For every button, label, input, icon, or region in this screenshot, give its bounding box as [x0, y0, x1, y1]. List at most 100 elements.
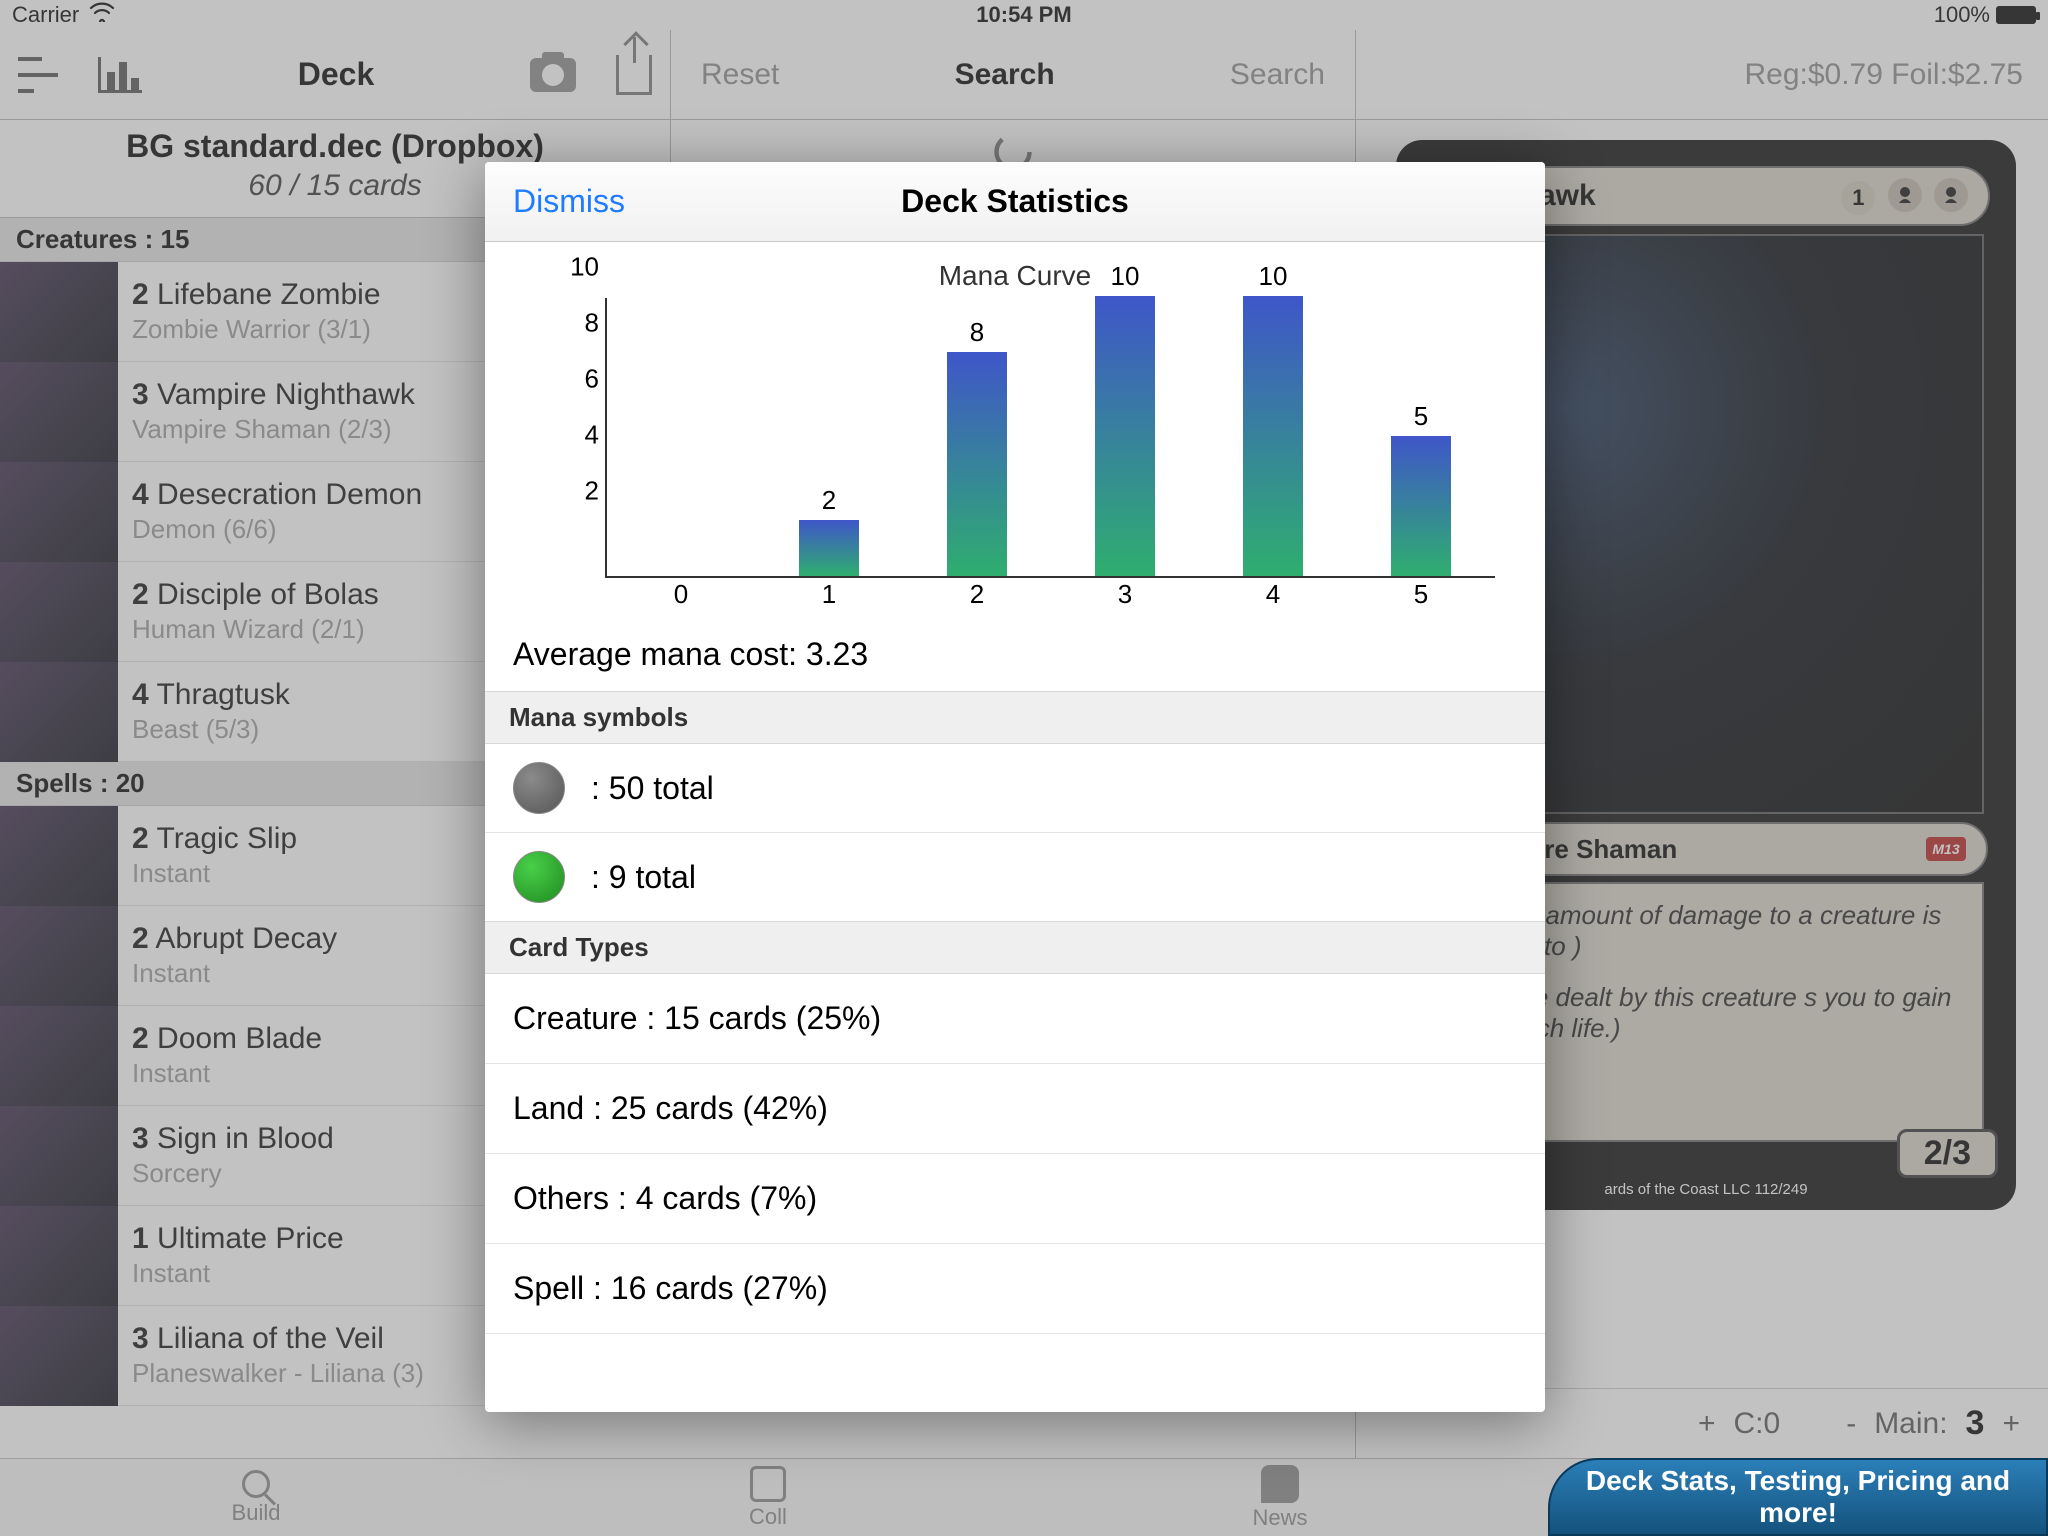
card-line1: 2 Abrupt Decay [132, 922, 337, 956]
status-bar: Carrier 10:54 PM 100% [0, 0, 2048, 30]
mana-generic-icon: 1 [1841, 181, 1875, 215]
search-title: Search [955, 58, 1055, 92]
wifi-icon [89, 2, 115, 28]
mana-black-icon [1888, 178, 1922, 212]
card-thumb [0, 662, 118, 762]
battery-icon [1996, 6, 2036, 24]
card-line1: 3 Liliana of the Veil [132, 1322, 424, 1356]
reset-button[interactable]: Reset [701, 58, 779, 92]
bar-value: 2 [822, 485, 836, 516]
bar-value: 5 [1414, 401, 1428, 432]
y-tick: 6 [585, 364, 599, 395]
search-icon [242, 1470, 270, 1498]
card-thumb [0, 362, 118, 462]
mana-total: : 9 total [591, 859, 696, 896]
card-line1: 3 Sign in Blood [132, 1122, 334, 1156]
bar-value: 10 [1259, 261, 1288, 292]
share-icon[interactable] [616, 55, 652, 95]
x-tick: 1 [822, 579, 836, 610]
avg-mana-cost: Average mana cost: 3.23 [485, 618, 1545, 691]
card-types-header: Card Types [485, 921, 1545, 974]
y-tick: 8 [585, 308, 599, 339]
set-symbol-icon: M13 [1926, 837, 1966, 861]
main-count: 3 [1966, 1404, 1985, 1443]
card-thumb [0, 1106, 118, 1206]
card-line2: Zombie Warrior (3/1) [132, 314, 381, 345]
card-line1: 1 Ultimate Price [132, 1222, 344, 1256]
mana-symbol-row: : 9 total [485, 833, 1545, 921]
camera-icon[interactable] [530, 58, 576, 92]
card-thumb [0, 1206, 118, 1306]
deck-name: BG standard.dec (Dropbox) [0, 128, 670, 165]
tab-coll[interactable]: Coll [512, 1459, 1024, 1536]
promo-text: Deck Stats, Testing, Pricing and more! [1550, 1465, 2046, 1529]
card-type-row: Land : 25 cards (42%) [485, 1064, 1545, 1154]
card-line2: Instant [132, 1058, 322, 1089]
price-label: Reg:$0.79 Foil:$2.75 [1744, 58, 2023, 92]
sort-icon[interactable] [18, 57, 58, 93]
deck-title: Deck [182, 56, 490, 93]
x-tick: 5 [1414, 579, 1428, 610]
tab-build[interactable]: Build [0, 1459, 512, 1536]
card-line1: 2 Lifebane Zombie [132, 278, 381, 312]
mana-total: : 50 total [591, 770, 714, 807]
search-button[interactable]: Search [1230, 58, 1325, 92]
mana-color-icon [513, 762, 565, 814]
card-thumb [0, 262, 118, 362]
y-tick: 2 [585, 476, 599, 507]
x-tick: 4 [1266, 579, 1280, 610]
mana-black-icon [1934, 178, 1968, 212]
bar-rect [947, 352, 1007, 576]
plus-button[interactable]: + [2002, 1407, 2020, 1441]
card-line1: 2 Tragic Slip [132, 822, 297, 856]
deck-stats-modal: Dismiss Deck Statistics Mana Curve 24681… [485, 162, 1545, 1412]
y-tick: 10 [570, 252, 599, 283]
card-thumb [0, 806, 118, 906]
x-tick: 3 [1118, 579, 1132, 610]
card-line1: 2 Disciple of Bolas [132, 578, 379, 612]
card-line2: Instant [132, 858, 297, 889]
mana-color-icon [513, 851, 565, 903]
stats-icon[interactable] [98, 57, 142, 93]
bar-rect [1391, 436, 1451, 576]
card-thumb [0, 462, 118, 562]
card-type-row: Others : 4 cards (7%) [485, 1154, 1545, 1244]
mana-curve-chart: Mana Curve 246810 0218210310455 [485, 242, 1545, 618]
bar: 21 [755, 485, 903, 576]
battery-pct: 100% [1934, 2, 1990, 28]
mana-symbols-header: Mana symbols [485, 691, 1545, 744]
carrier-label: Carrier [12, 2, 79, 28]
power-toughness: 2/3 [1897, 1129, 1998, 1178]
x-tick: 2 [970, 579, 984, 610]
minus-button[interactable]: - [1846, 1407, 1856, 1441]
card-line1: 2 Doom Blade [132, 1022, 322, 1056]
mana-cost: 1 [1837, 178, 1968, 215]
tab-label: News [1252, 1505, 1307, 1531]
tab-label: Coll [749, 1504, 787, 1530]
card-icon [750, 1466, 786, 1502]
card-type-row: Creature : 15 cards (25%) [485, 974, 1545, 1064]
card-line2: Instant [132, 958, 337, 989]
dismiss-button[interactable]: Dismiss [485, 183, 653, 220]
chart-title: Mana Curve [515, 260, 1515, 292]
collection-count: C:0 [1734, 1407, 1781, 1441]
card-thumb [0, 562, 118, 662]
main-toolbar: Deck Reset Search Search Reg:$0.79 Foil:… [0, 30, 2048, 120]
main-label: Main: [1874, 1407, 1947, 1441]
card-line2: Planeswalker - Liliana (3) [132, 1358, 424, 1389]
card-type-row: Spell : 16 cards (27%) [485, 1244, 1545, 1334]
card-line2: Beast (5/3) [132, 714, 290, 745]
card-line1: 3 Vampire Nighthawk [132, 378, 415, 412]
y-tick: 4 [585, 420, 599, 451]
card-thumb [0, 1006, 118, 1106]
bar-value: 8 [970, 317, 984, 348]
bar-rect [1095, 296, 1155, 576]
plus-button[interactable]: + [1698, 1407, 1716, 1441]
rss-icon [1261, 1465, 1299, 1503]
tab-news[interactable]: News [1024, 1459, 1536, 1536]
bar: 104 [1199, 261, 1347, 576]
bar-rect [799, 520, 859, 576]
card-line1: 4 Desecration Demon [132, 478, 422, 512]
promo-banner[interactable]: Deck Stats, Testing, Pricing and more! [1548, 1458, 2048, 1536]
clock: 10:54 PM [0, 2, 2048, 28]
